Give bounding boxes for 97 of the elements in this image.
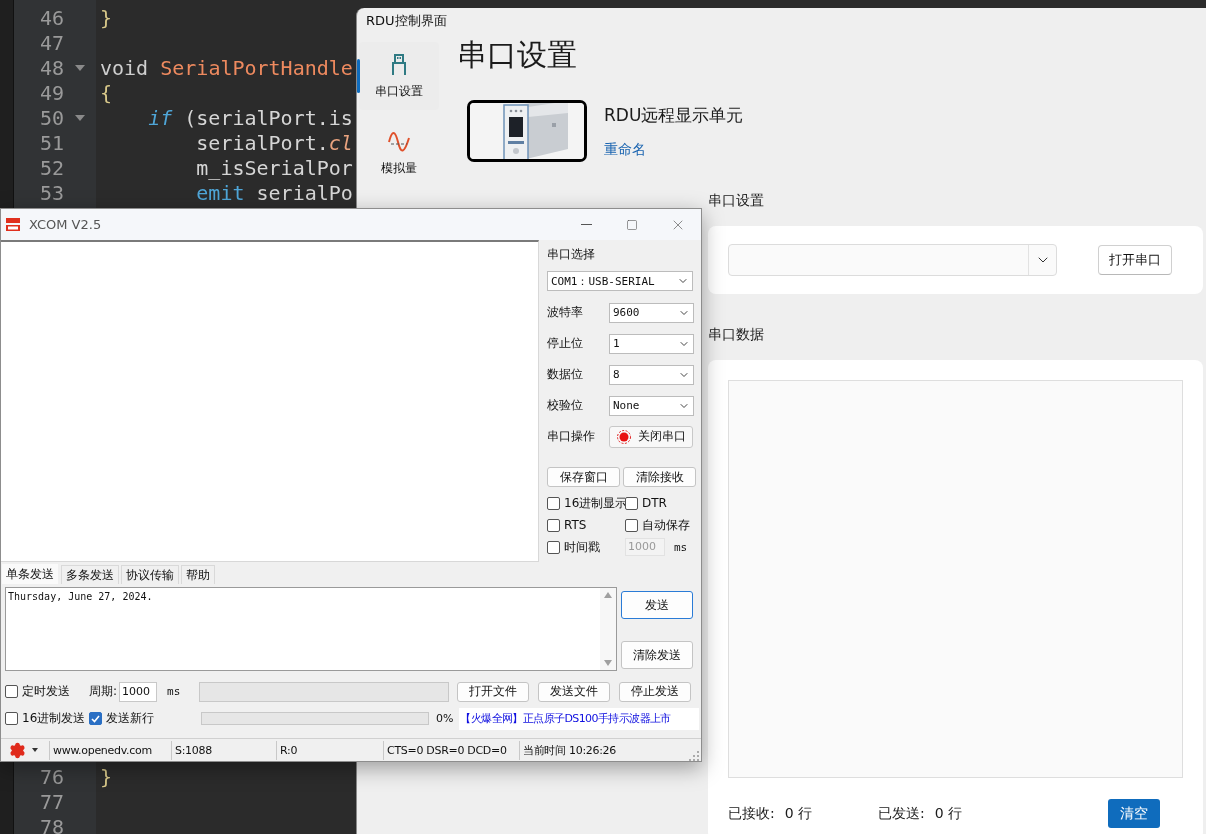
setting-label: 波特率 — [547, 304, 584, 321]
setting-label: 停止位 — [547, 335, 584, 352]
checkbox[interactable] — [5, 712, 18, 725]
received-label: 已接收: — [728, 804, 775, 823]
clear-send-button[interactable]: 清除发送 — [621, 641, 693, 669]
code-line: } — [99, 5, 113, 30]
maximize-icon — [626, 218, 638, 231]
setting-label: 数据位 — [547, 366, 584, 383]
code-line: } — [99, 764, 113, 789]
resize-grip-icon[interactable] — [689, 751, 699, 761]
code-line: if (serialPort.is — [147, 105, 353, 130]
line-number: 47 — [38, 30, 64, 55]
app-logo-icon — [5, 217, 21, 232]
scroll-up-icon[interactable] — [604, 592, 612, 598]
usb-port-icon — [389, 52, 409, 75]
checkbox[interactable] — [547, 518, 560, 532]
line-number: 78 — [38, 814, 64, 834]
progress-reading: 0% — [436, 712, 454, 725]
section-label: 串口设置 — [708, 191, 765, 210]
checkbox[interactable] — [5, 685, 18, 698]
code-line: serialPort.cl — [195, 130, 353, 155]
line-number: 46 — [38, 5, 64, 30]
unit-label: ms — [674, 540, 688, 554]
sent-count: 0 行 — [934, 804, 963, 823]
period-label: 周期: — [89, 683, 118, 700]
tab[interactable]: 单条发送 — [1, 563, 59, 584]
ad-link[interactable]: 【火爆全网】正点原子DS100手持示波器上市 — [459, 707, 700, 730]
tab[interactable]: 多条发送 — [61, 565, 119, 584]
code-line: { — [99, 80, 113, 105]
port-select[interactable]: COM1：USB-SERIAL — [547, 271, 693, 291]
unit-label: ms — [167, 685, 182, 698]
port-label: 串口选择 — [547, 247, 596, 261]
line-number: 76 — [38, 764, 64, 789]
tab[interactable]: 协议传输 — [121, 565, 179, 584]
line-number: 51 — [38, 130, 64, 155]
caret-icon[interactable] — [32, 748, 38, 752]
fold-arrow-icon[interactable] — [75, 114, 85, 121]
checkbox[interactable] — [89, 712, 102, 725]
line-number: 48 — [38, 55, 64, 80]
checkbox-label: 16进制发送 — [22, 710, 86, 727]
line-number: 53 — [38, 180, 64, 205]
file-button[interactable]: 打开文件 — [457, 681, 530, 702]
line-number: 50 — [38, 105, 64, 130]
sine-wave-icon — [388, 131, 410, 152]
send-button[interactable]: 发送 — [621, 591, 693, 619]
line-number: 49 — [38, 80, 64, 105]
panel-button[interactable]: 保存窗口 — [547, 467, 620, 487]
rename-link[interactable]: 重命名 — [604, 140, 744, 159]
checkbox-label: DTR — [642, 496, 667, 510]
panel-button[interactable]: 清除接收 — [623, 467, 696, 487]
nav-indicator — [357, 59, 360, 93]
line-number: 52 — [38, 155, 64, 180]
checkbox-label: RTS — [564, 518, 587, 532]
window-title: RDU控制界面 — [366, 12, 447, 30]
setting-select[interactable]: None — [609, 395, 694, 416]
code-line: emit serialPo — [195, 180, 353, 205]
checkbox[interactable] — [625, 496, 638, 510]
fold-arrow-icon[interactable] — [75, 64, 85, 71]
setting-select[interactable]: 9600 — [609, 302, 694, 323]
status-text: www.openedv.com — [49, 740, 171, 760]
checkbox[interactable] — [547, 540, 560, 554]
code-line: void SerialPortHandle — [99, 55, 353, 80]
nav-item[interactable]: 模拟量 — [359, 120, 439, 188]
checkbox-label: 发送新行 — [106, 710, 154, 727]
status-text: S:1088 — [171, 740, 276, 760]
checkbox-label: 时间戳 — [564, 538, 600, 556]
file-button[interactable]: 停止发送 — [619, 681, 692, 702]
tab[interactable]: 帮助 — [181, 565, 215, 584]
page-heading: 串口设置 — [457, 37, 578, 73]
code-line: m_isSerialPor — [195, 155, 353, 180]
setting-select[interactable]: 8 — [609, 364, 694, 385]
section-label: 串口数据 — [708, 325, 765, 344]
status-text: CTS=0 DSR=0 DCD=0 — [383, 740, 519, 760]
clear-button[interactable]: 清空 — [1108, 799, 1160, 828]
open-port-button[interactable]: 打开串口 — [1098, 245, 1172, 275]
close-port-button[interactable]: 关闭串口 — [609, 425, 693, 448]
setting-select[interactable]: 1 — [609, 333, 694, 354]
scrollbar[interactable] — [600, 588, 616, 670]
minimize-icon — [580, 224, 592, 225]
device-name: RDU远程显示单元 — [604, 103, 744, 127]
scroll-down-icon[interactable] — [604, 660, 612, 666]
checkbox-label: 定时发送 — [22, 683, 70, 700]
sent-label: 已发送: — [878, 804, 925, 823]
status-text: R:0 — [276, 740, 383, 760]
setting-label: 校验位 — [547, 397, 584, 414]
checkbox[interactable] — [625, 518, 638, 532]
checkbox-label: 自动保存 — [642, 516, 690, 534]
received-count: 0 行 — [784, 804, 813, 823]
line-number: 77 — [38, 789, 64, 814]
status-text: 当前时间 10:26:26 — [519, 740, 681, 760]
file-button[interactable]: 发送文件 — [538, 681, 611, 702]
window-title: XCOM V2.5 — [29, 217, 103, 232]
settings-icon[interactable] — [9, 741, 26, 759]
period-field[interactable]: 1000 — [119, 681, 158, 702]
setting-label: 串口操作 — [547, 428, 596, 445]
send-text-area[interactable]: Thursday, June 27, 2024. — [5, 587, 617, 671]
checkbox[interactable] — [547, 496, 560, 510]
